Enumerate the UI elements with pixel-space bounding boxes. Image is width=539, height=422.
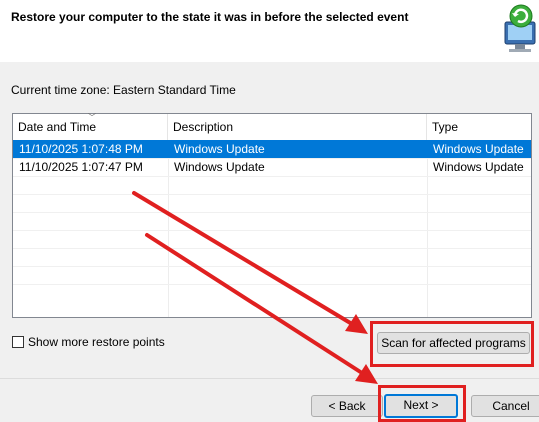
annotation-arrow-to-next [145,233,378,384]
annotation-arrows [132,191,378,384]
annotation-arrow-to-scan [132,191,368,334]
